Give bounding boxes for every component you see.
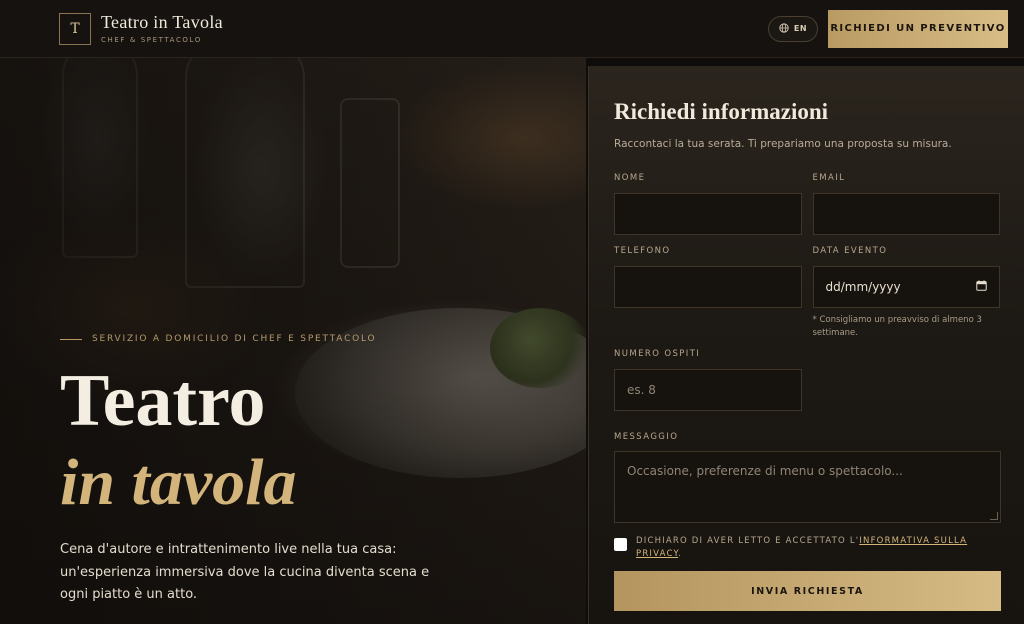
language-label: EN [793,24,808,33]
form-row-name-email: NOME EMAIL [614,173,1000,235]
message-field: MESSAGGIO Occasione, preferenze di menu … [614,424,1001,523]
kicker-divider [60,338,82,340]
message-placeholder: Occasione, preferenze di menu o spettaco… [627,464,903,478]
header-actions: EN RICHIEDI UN PREVENTIVO [768,9,1008,48]
date-field: DATA EVENTO dd/mm/yyyy * Consigliamo un … [812,246,1000,340]
message-textarea[interactable]: Occasione, preferenze di menu o spettaco… [614,451,1001,523]
hero-description: Cena d'autore e intrattenimento live nel… [60,542,430,602]
guests-input[interactable]: es. 8 [614,369,802,411]
language-switch-button[interactable]: EN [768,15,818,42]
form-subtitle: Raccontaci la tua serata. Ti prepariamo … [614,138,952,150]
logo-mark: T [59,12,91,45]
brand-title: Teatro in Tavola [101,12,223,32]
kicker-text: SERVIZIO A DOMICILIO DI CHEF E SPETTACOL… [92,334,377,344]
consent-prefix: DICHIARO DI AVER LETTO E ACCETTATO L' [636,536,860,546]
hero-kicker: SERVIZIO A DOMICILIO DI CHEF E SPETTACOL… [60,334,376,344]
phone-label: TELEFONO [614,246,671,256]
message-label: MESSAGGIO [614,432,679,442]
globe-icon [779,22,789,35]
name-input[interactable] [614,193,802,235]
guests-label: NUMERO OSPITI [614,349,701,359]
phone-input[interactable] [614,266,802,308]
consent-text: DICHIARO DI AVER LETTO E ACCETTATO L'INF… [636,535,996,561]
brand-logo-link[interactable]: T Teatro in Tavola CHEF & SPETTACOLO [59,12,223,45]
date-hint: * Consigliamo un preavviso di almeno 3 s… [812,315,982,338]
privacy-checkbox[interactable] [614,538,627,551]
hero-title-line1: Teatro [60,360,266,442]
guests-field: NUMERO OSPITI es. 8 [614,349,802,411]
form-row-phone-date: TELEFONO DATA EVENTO dd/mm/yyyy * Consig… [614,246,1000,340]
name-field: NOME [614,173,802,235]
email-field: EMAIL [812,173,1000,235]
brand-subtitle: CHEF & SPETTACOLO [101,36,202,44]
phone-field: TELEFONO [614,246,802,340]
name-label: NOME [614,173,646,183]
privacy-consent: DICHIARO DI AVER LETTO E ACCETTATO L'INF… [614,535,1000,561]
site-header: T Teatro in Tavola CHEF & SPETTACOLO EN … [0,0,1024,58]
date-value: dd/mm/yyyy [825,280,901,294]
submit-button[interactable]: INVIA RICHIESTA [614,571,1001,611]
info-request-panel: Richiedi informazioni Raccontaci la tua … [588,66,1024,624]
form-title: Richiedi informazioni [614,99,829,124]
hero-section: SERVIZIO A DOMICILIO DI CHEF E SPETTACOL… [0,58,586,624]
consent-suffix: . [678,549,683,559]
hero-title-line2: in tavola [60,446,297,519]
request-quote-button[interactable]: RICHIEDI UN PREVENTIVO [828,9,1008,48]
date-label: DATA EVENTO [812,246,888,256]
brand-text: Teatro in Tavola CHEF & SPETTACOLO [101,13,223,44]
event-date-input[interactable]: dd/mm/yyyy [812,266,1000,308]
email-input[interactable] [812,193,1000,235]
resize-handle-icon[interactable] [990,512,998,520]
calendar-icon[interactable] [976,280,987,294]
email-label: EMAIL [812,173,846,183]
